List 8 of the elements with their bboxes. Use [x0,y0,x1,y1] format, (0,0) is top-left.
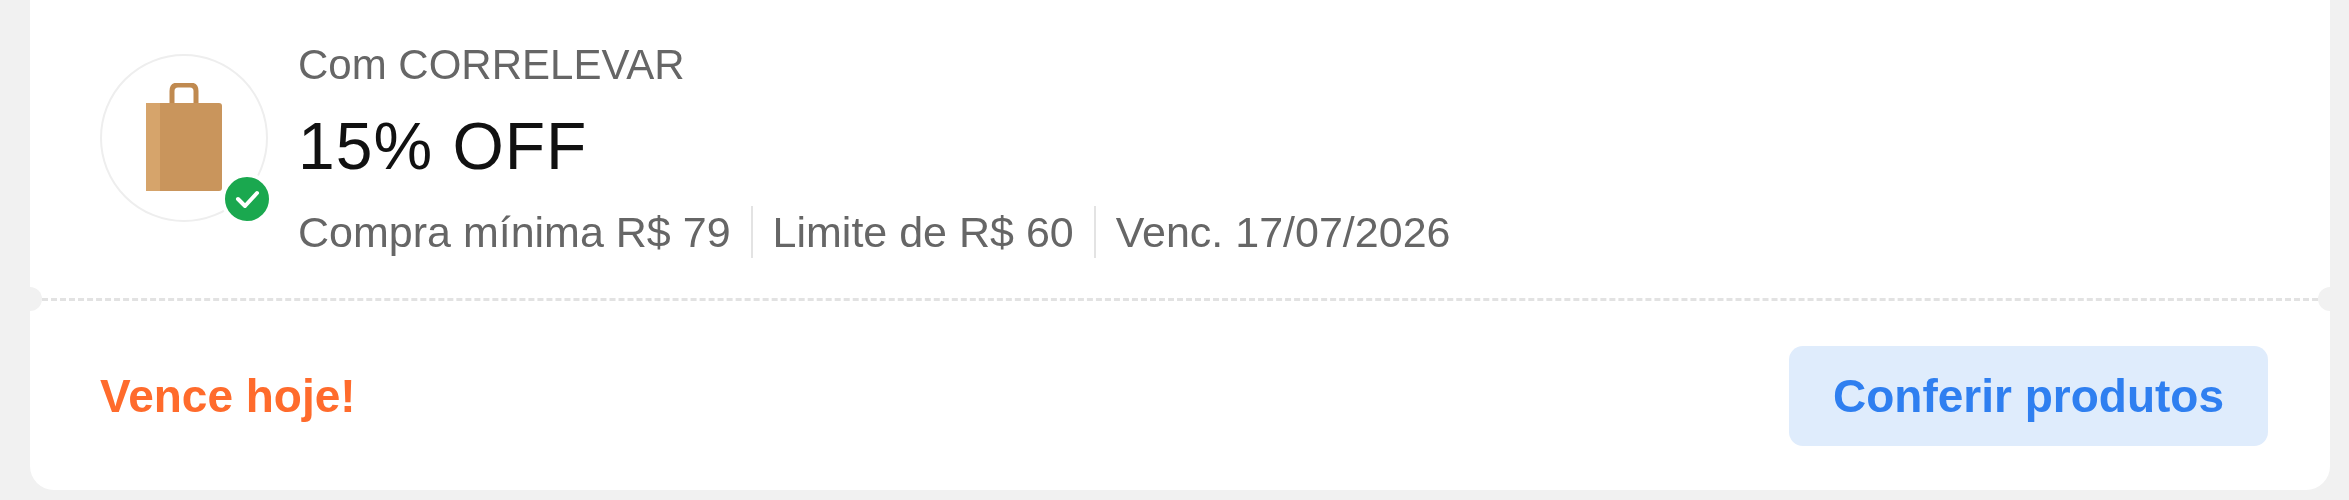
shopping-bag-icon [144,83,224,193]
coupon-subtitle: Com CORRELEVAR [298,40,686,90]
coupon-condition: Limite de R$ 60 [772,207,1074,258]
products-button[interactable]: Conferir produtos [1789,345,2268,446]
coupon-condition: Venc. 17/07/2026 [1115,207,1451,258]
expiry-notice: Vence hoje! [100,368,356,423]
coupon-condition: Compra mínima R$ 79 [298,207,731,258]
coupon-title: 15% OFF [298,108,589,185]
